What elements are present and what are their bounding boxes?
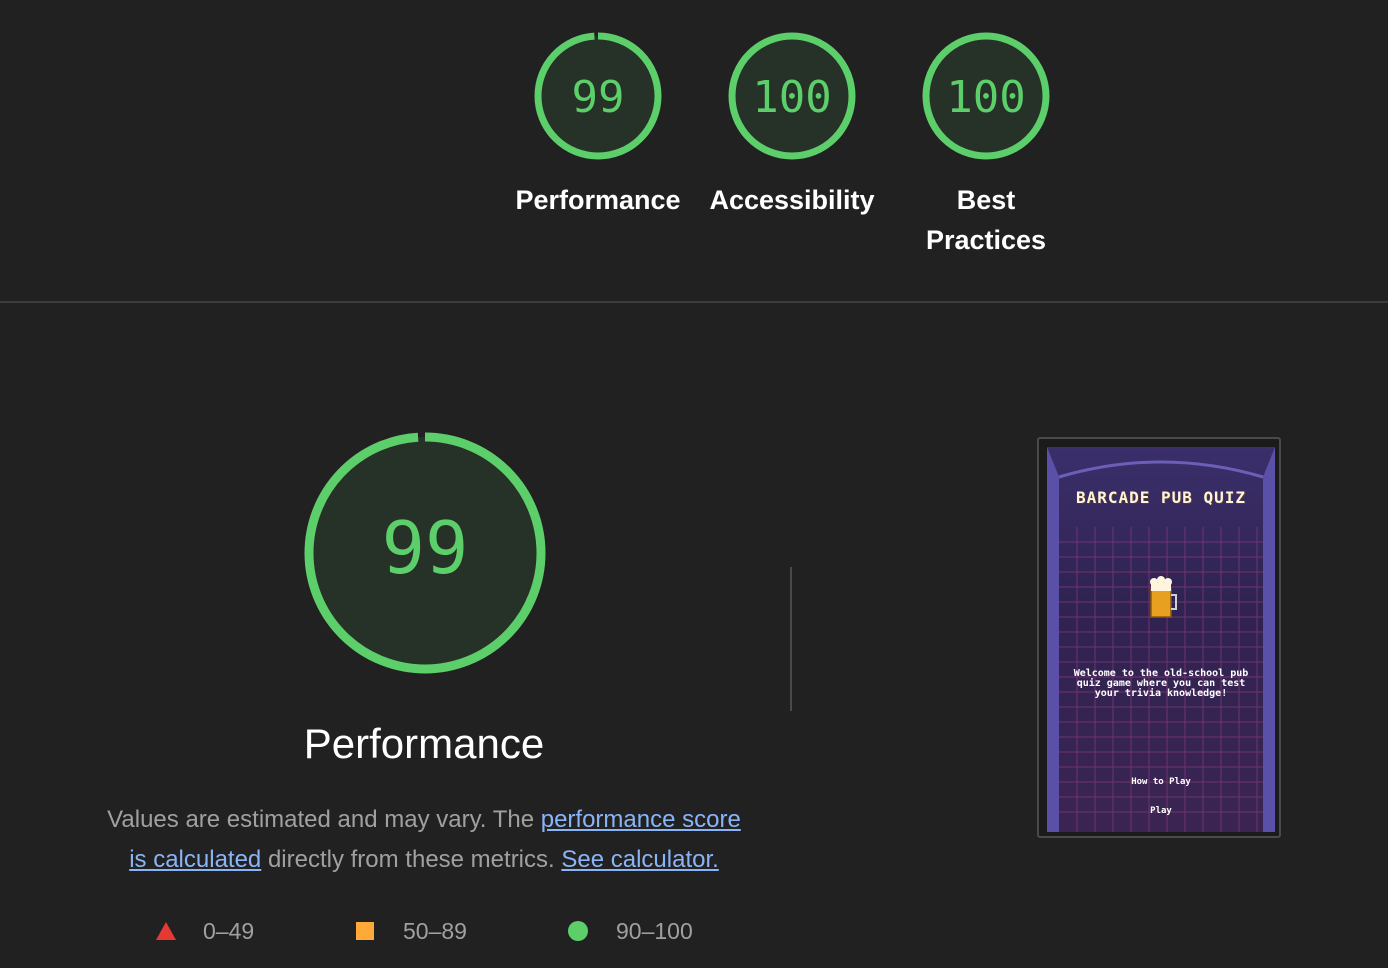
gauge-label: Best Practices	[889, 180, 1083, 260]
square-icon	[356, 922, 374, 940]
gauge-score: 99	[572, 72, 625, 123]
performance-title: Performance	[303, 720, 545, 767]
performance-score: 99	[382, 506, 469, 590]
gauge-label: Accessibility	[709, 185, 875, 215]
performance-gauge: 99	[304, 432, 546, 674]
gauge-label-line1: Best	[956, 185, 1016, 215]
score-gauge-ring: 100	[922, 32, 1050, 160]
gauge-label-line2: Practices	[925, 225, 1047, 255]
score-gauge-ring: 100	[728, 32, 856, 160]
legend-range: 0–49	[203, 918, 255, 944]
desc-prefix: Values are estimated and may vary. The	[107, 806, 541, 833]
how-to-play-button: How to Play	[1131, 777, 1191, 787]
beer-mug-icon	[1150, 576, 1177, 618]
performance-description: Values are estimated and may vary. The p…	[96, 800, 752, 880]
screenshot-image: Barcade Pub Quiz Welcome to the old-scho…	[1047, 447, 1275, 832]
gauge-performance[interactable]: 99 Performance	[501, 30, 695, 220]
play-button: Play	[1150, 806, 1172, 816]
final-screenshot[interactable]: Barcade Pub Quiz Welcome to the old-scho…	[1037, 437, 1281, 838]
triangle-icon	[156, 922, 176, 940]
see-calculator-link[interactable]: See calculator.	[561, 846, 718, 873]
section-divider	[0, 301, 1388, 303]
legend-range: 90–100	[616, 918, 693, 944]
gauge-score: 100	[946, 72, 1025, 123]
vertical-separator	[790, 567, 792, 711]
gauge-accessibility[interactable]: 100 Accessibility	[695, 30, 889, 220]
circle-icon	[568, 921, 588, 941]
score-gauge-ring: 99	[534, 32, 662, 160]
gauge-best-practices[interactable]: 100 Best Practices	[889, 30, 1083, 260]
gauge-score: 100	[752, 72, 831, 123]
screenshot-welcome-text: Welcome to the old-school pub quiz game …	[1073, 668, 1249, 699]
screenshot-title: Barcade Pub Quiz	[1075, 488, 1247, 507]
legend-range: 50–89	[403, 918, 467, 944]
gauge-label: Performance	[515, 185, 681, 215]
score-summary: 99 Performance 100 Accessibility 100 Bes…	[0, 0, 1388, 302]
desc-middle: directly from these metrics.	[261, 846, 562, 873]
